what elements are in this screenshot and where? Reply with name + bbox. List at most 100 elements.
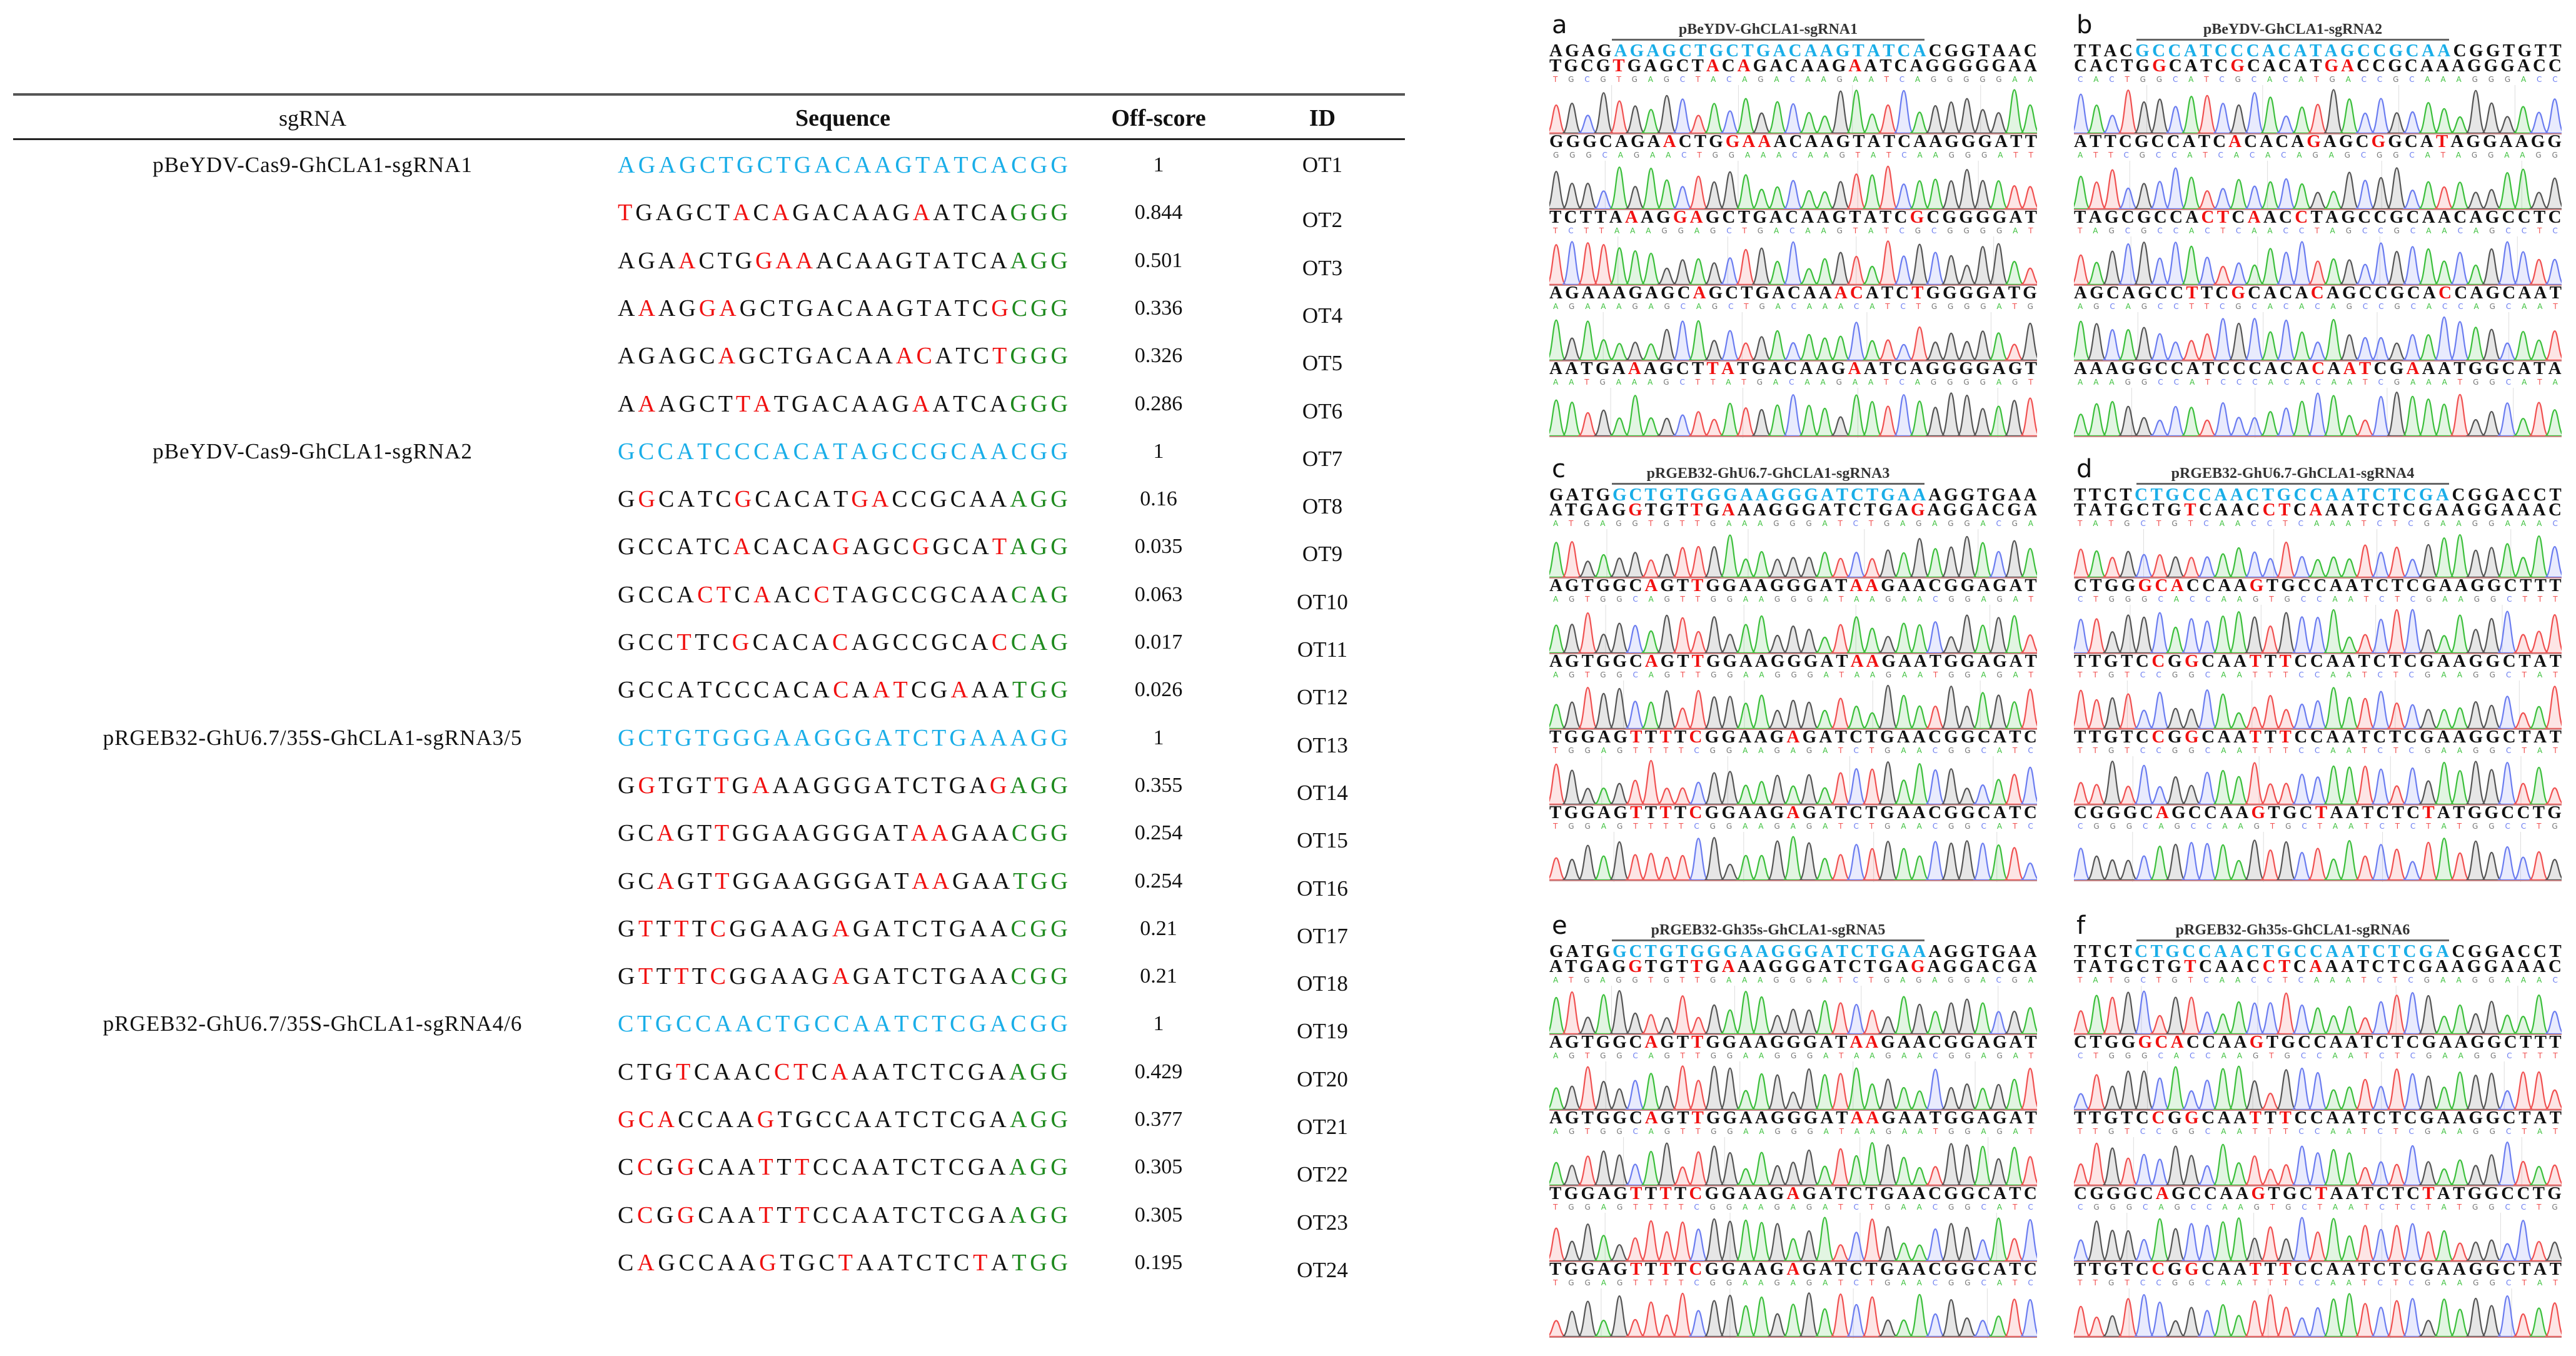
base-call: T	[2268, 670, 2273, 679]
base-call: A	[2236, 746, 2242, 755]
nucleotide: T	[780, 1249, 795, 1276]
nucleotide: G	[2341, 207, 2355, 227]
trace-peak-C	[2292, 773, 2312, 806]
base-call: G	[1807, 595, 1813, 604]
base-call: A	[2425, 151, 2430, 159]
read-sequence: GGGCAGAACTGGAAACAAGTATCAAGGGATT	[1549, 131, 2037, 151]
trace-peak-A	[2512, 168, 2533, 210]
trace-peak-G	[1925, 342, 1946, 362]
nucleotide: T	[1613, 56, 1625, 76]
trace-peak-A	[2497, 172, 2518, 210]
trace-peak-A	[2528, 1307, 2549, 1338]
nucleotide: C	[1894, 207, 1908, 227]
base-call: A	[1868, 378, 1874, 387]
nucleotide: G	[2483, 956, 2498, 976]
nucleotide: A	[990, 247, 1007, 274]
nucleotide: G	[1030, 486, 1048, 513]
nucleotide: C	[1849, 283, 1863, 303]
base-call: A	[1821, 226, 1826, 235]
trace-peak-T	[2086, 181, 2107, 210]
trace-peak-A	[1799, 333, 1819, 362]
trace-peak-A	[1988, 405, 2009, 437]
nucleotide: G	[2121, 1032, 2136, 1052]
trace-peak-T	[2086, 699, 2107, 730]
trace-peak-G	[2497, 116, 2517, 134]
trace-peak-G	[1941, 1002, 1961, 1035]
trace-peak-G	[2004, 540, 2025, 579]
nucleotide: C	[970, 200, 987, 226]
trace-peak-C	[1846, 321, 1867, 362]
base-call: G	[2171, 746, 2178, 755]
nucleotide: T	[893, 1154, 908, 1181]
nucleotide: G	[1836, 131, 1851, 151]
trace-peak-T	[2074, 549, 2091, 579]
base-call: G	[1773, 976, 1779, 984]
id-cell: OT11	[1297, 637, 1348, 662]
nucleotide: T	[1644, 727, 1658, 747]
nucleotide: T	[932, 1011, 947, 1038]
nucleotide: A	[2217, 651, 2231, 671]
base-call: T	[1585, 595, 1590, 604]
base-call: A	[2221, 1278, 2226, 1287]
nucleotide: A	[1819, 575, 1833, 595]
nucleotide: C	[1849, 1183, 1863, 1203]
nucleotide: C	[2310, 1259, 2323, 1279]
base-call: A	[2410, 378, 2416, 387]
base-call: T	[1839, 595, 1844, 604]
base-call: G	[1727, 1127, 1733, 1136]
trace-peak-G	[1925, 407, 1946, 437]
trace-peak-A	[1549, 1087, 1566, 1111]
nucleotide: G	[1959, 207, 1973, 227]
chromatogram-panel-c: c pRGEB32-GhU6.7-GhCLA1-sgRNA3 G A T G G C T G T G G…	[1549, 455, 2043, 889]
nucleotide: A	[1976, 500, 1990, 520]
nucleotide: C	[1677, 283, 1691, 303]
nucleotide: A	[2326, 1259, 2340, 1279]
base-call: C	[2314, 1127, 2320, 1136]
base-call: A	[1648, 1051, 1654, 1060]
trace-peak-A	[1973, 692, 1993, 730]
nucleotide: A	[1850, 1108, 1864, 1128]
base-call: T	[1680, 1127, 1686, 1136]
base-call: A	[1853, 75, 1858, 84]
nucleotide: C	[912, 1011, 928, 1038]
nucleotide: C	[2074, 802, 2087, 822]
nucleotide: T	[2152, 500, 2165, 520]
trace-peak-G	[2245, 1237, 2265, 1262]
nucleotide: G	[1030, 820, 1048, 847]
nucleotide: C	[2373, 358, 2387, 378]
base-call: G	[1996, 670, 2003, 679]
nucleotide: A	[2500, 956, 2514, 976]
nucleotide: A	[2009, 1032, 2023, 1052]
nucleotide: T	[931, 963, 946, 990]
trace-peak-C	[2118, 243, 2139, 286]
base-call: A	[1869, 1051, 1875, 1060]
base-call: A	[1616, 378, 1621, 387]
nucleotide: A	[1644, 651, 1658, 671]
nucleotide: C	[1689, 727, 1703, 747]
nucleotide: C	[2376, 1183, 2390, 1203]
table-row: G C C A T C C C A C A C A A T C G A A A T G G 0.026 OT12	[0, 674, 1413, 709]
base-call: T	[2013, 151, 2018, 159]
base-call: G	[1773, 519, 1779, 528]
nucleotide: C	[697, 1106, 713, 1133]
base-call: A	[2330, 302, 2336, 311]
nucleotide: A	[2326, 727, 2340, 747]
nucleotide: G	[1753, 56, 1768, 76]
nucleotide: A	[1848, 358, 1861, 378]
nucleotide: C	[1928, 1032, 1942, 1052]
nucleotide: C	[892, 629, 909, 655]
base-call: A	[2078, 302, 2083, 311]
nucleotide: T	[2266, 575, 2278, 595]
nucleotide: A	[1754, 802, 1768, 822]
nucleotide: G	[2249, 1032, 2264, 1052]
trace-peak-G	[2134, 326, 2155, 362]
nucleotide: G	[638, 772, 655, 799]
trace-peak-A	[2074, 413, 2091, 437]
nucleotide: C	[1689, 802, 1703, 822]
base-call: T	[2269, 1051, 2274, 1060]
nucleotide: T	[1864, 500, 1876, 520]
base-call: A	[2520, 151, 2525, 159]
base-call: G	[2124, 519, 2130, 528]
base-call: C	[2203, 519, 2209, 528]
nucleotide: G	[1802, 1183, 1817, 1203]
